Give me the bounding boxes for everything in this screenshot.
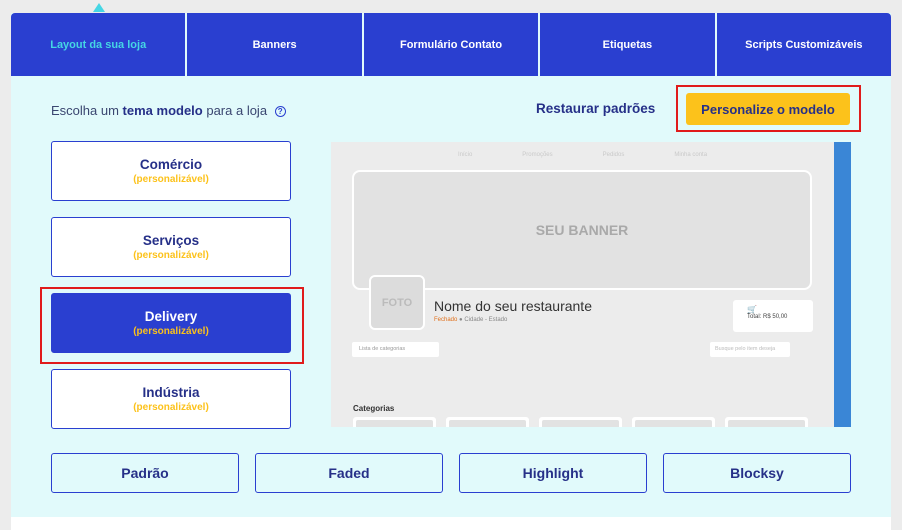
style-button-faded[interactable]: Faded [255,453,443,493]
help-icon[interactable]: ? [274,106,286,117]
theme-subtitle: (personalizável) [133,326,209,337]
theme-name: Delivery [144,309,198,324]
customize-template-button[interactable]: Personalize o modelo [686,93,850,125]
theme-preview: Início Promoções Pedidos Minha conta SEU… [331,142,851,427]
style-button-highlight[interactable]: Highlight [459,453,647,493]
location-pin-icon: ● [459,317,463,323]
preview-status-closed: Fechado [434,317,458,323]
preview-cart-total: 🛒 Total: R$ 50,00 [733,300,813,332]
preview-category-card [725,417,808,427]
preview-total-value: R$ 50,00 [763,314,788,320]
preview-restaurant-name: Nome do seu restaurante [434,298,592,314]
choose-theme-text: Escolha um tema modelo para a loja ? [51,103,286,118]
theme-subtitle: (personalizável) [133,250,209,261]
preview-total-label: Total: [747,314,762,320]
style-button-padrao[interactable]: Padrão [51,453,239,493]
theme-name: Indústria [142,385,200,400]
preview-photo: FOTO [369,275,425,330]
preview-category-card [539,417,622,427]
theme-name: Comércio [139,157,203,172]
tab-custom-scripts[interactable]: Scripts Customizáveis [717,13,891,76]
preview-nav-item: Minha conta [674,152,708,158]
theme-card-delivery[interactable]: Delivery (personalizável) [51,293,291,353]
preview-category-card [353,417,436,427]
tab-labels[interactable]: Etiquetas [540,13,717,76]
preview-nav-item: Pedidos [602,152,625,158]
cart-icon: 🛒 [747,305,757,314]
preview-category-card [446,417,529,427]
preview-categories-label: Categorias [353,404,395,413]
tab-bar: Layout da sua loja Banners Formulário Co… [11,13,891,76]
theme-card-servicos[interactable]: Serviços (personalizável) [51,217,291,277]
active-tab-indicator [93,3,105,12]
tab-contact-form[interactable]: Formulário Contato [364,13,541,76]
tab-layout[interactable]: Layout da sua loja [11,13,188,76]
preview-nav-item: Promoções [522,152,553,158]
preview-location: Cidade - Estado [464,317,508,323]
theme-subtitle: (personalizável) [133,174,209,185]
preview-scrollbar[interactable] [834,142,851,427]
preview-category-cards [353,417,808,427]
preview-nav-item: Início [457,152,473,158]
preview-nav: Início Promoções Pedidos Minha conta [331,142,834,168]
restore-defaults-link[interactable]: Restaurar padrões [536,101,655,116]
preview-search: Busque pelo item deseja [710,342,790,357]
tab-banners[interactable]: Banners [187,13,364,76]
theme-name: Serviços [142,233,200,248]
layout-panel: Layout da sua loja Banners Formulário Co… [11,13,891,517]
theme-card-comercio[interactable]: Comércio (personalizável) [51,141,291,201]
theme-card-industria[interactable]: Indústria (personalizável) [51,369,291,429]
preview-category-card [632,417,715,427]
theme-subtitle: (personalizável) [133,402,209,413]
preview-category-list: Lista de categorias [352,342,439,357]
preview-banner: SEU BANNER [352,170,812,290]
preview-status: Fechado ● Cidade - Estado [434,317,507,323]
bottom-strip [11,517,891,530]
style-button-blocksy[interactable]: Blocksy [663,453,851,493]
